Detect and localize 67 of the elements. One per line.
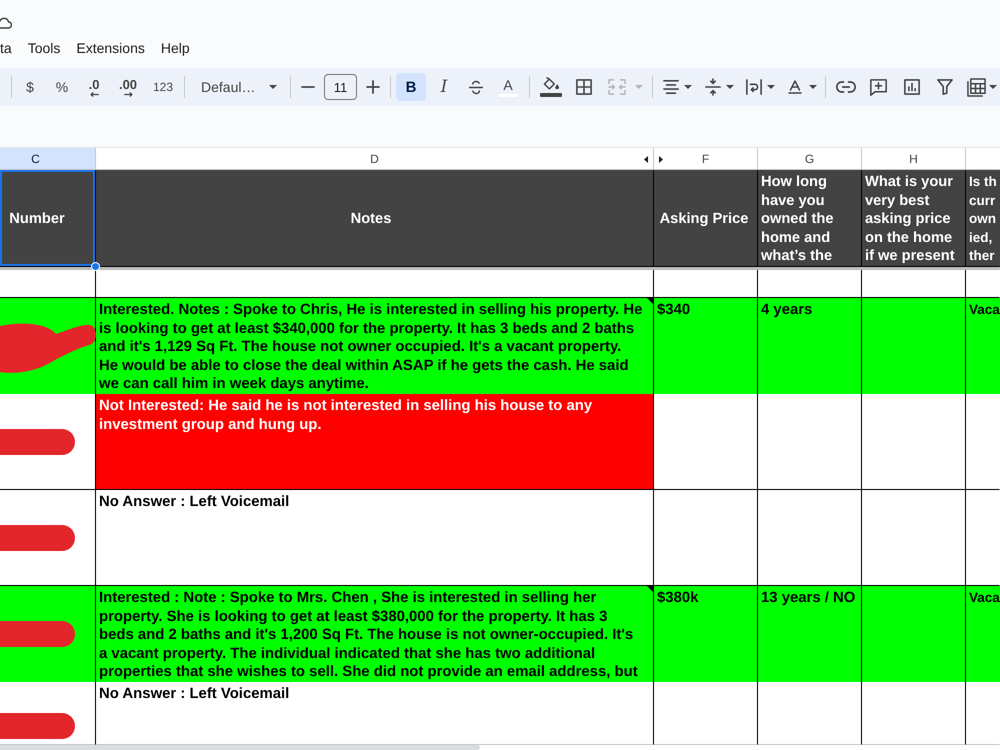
header-cell: What is your very best asking price on the home if we present <box>862 170 966 266</box>
table-cell: No Answer : Left Voicemail <box>96 682 654 745</box>
scrollbar-thumb[interactable] <box>0 745 480 750</box>
wrap-icon <box>746 79 762 95</box>
increase-decimal-button[interactable]: .00 <box>112 73 144 101</box>
comment-plus-icon <box>870 78 887 96</box>
text-color-button[interactable]: A <box>494 73 522 101</box>
table-cell: No Answer : Left Voicemail <box>96 490 654 586</box>
bold-button[interactable]: B <box>396 73 426 101</box>
caret-icon <box>269 85 277 89</box>
font-size-field[interactable]: 11 <box>324 74 357 100</box>
caret-icon <box>808 85 816 89</box>
chart-icon <box>904 79 920 95</box>
format-button[interactable]: $ <box>16 73 44 101</box>
decrease-decimal-button[interactable]: .0 <box>80 73 108 101</box>
strikethrough-icon <box>468 80 484 94</box>
column-header[interactable]: F <box>654 148 758 170</box>
plus-icon <box>366 80 380 94</box>
grid-icon <box>576 79 592 95</box>
align-center-icon <box>662 79 678 95</box>
column-header[interactable]: D <box>96 148 654 170</box>
table-cell: Vaca <box>966 298 1000 394</box>
table-cell: Vaca <box>966 586 1000 682</box>
column-header[interactable]: C <box>0 148 96 170</box>
cell-text: Interested. Notes : Spoke to Chris, He is interested in selling his property. He is looking to get at least $340,000 for the property. It has 3 beds and 2 baths and it's 1,129 Sq Ft. The house not owner occupied. It's a vacant property. He would be able to close the deal within ASAP if he gets the cash. He said we can call him in week days anytime. <box>99 301 643 394</box>
column-letter: F <box>702 152 710 166</box>
baseline-icon <box>786 78 804 96</box>
caret-icon <box>684 85 692 89</box>
caret-icon <box>766 85 774 89</box>
header-cell: Is th curr own ied, ther <box>966 170 1000 266</box>
left-arrow-icon <box>90 92 98 96</box>
table-cell: 4 years <box>758 298 862 394</box>
triangle-right-icon[interactable] <box>659 156 663 163</box>
menu-item[interactable]: Tools <box>28 38 60 58</box>
table-cell: Not Interested: He said he is not interested in selling his house to any investment group and hung up. <box>96 394 654 490</box>
cloud-icon <box>0 17 12 30</box>
link-icon <box>836 81 856 93</box>
column-letter: D <box>370 152 379 166</box>
table-cell: 13 years / NO <box>758 586 862 682</box>
cell-text: Interested : Note : Spoke to Mrs. Chen , She is interested in selling her property. She is looking to get at least $380,000 for the property. It has 3 beds and 2 baths and it's 1,200 Sq Ft. The house is not owner-occupied. It's a vacant property. The individual indicated that she has two additional properties that she wishes to sell. She did not provide an email address, but <box>99 589 639 682</box>
filter-icon <box>936 79 952 95</box>
table-icon <box>966 78 986 96</box>
column-header[interactable]: H <box>862 148 966 170</box>
right-arrow-icon <box>124 92 132 96</box>
caret-icon <box>988 85 996 89</box>
format-button[interactable]: 123 <box>148 73 178 101</box>
menu-item[interactable]: ta <box>0 38 12 58</box>
format-button[interactable]: % <box>48 73 76 101</box>
table-cell: $340 <box>654 298 758 394</box>
italic-button[interactable]: I <box>430 73 458 101</box>
minus-icon <box>301 86 315 88</box>
merge-icon <box>608 79 626 95</box>
caret-icon <box>726 85 734 89</box>
triangle-left-icon[interactable] <box>644 156 648 163</box>
menu-item[interactable]: Help <box>160 38 190 58</box>
header-cell: Notes <box>96 170 654 266</box>
cell-text: Number <box>8 210 66 228</box>
vertical-align-icon <box>704 78 720 96</box>
paint-bucket-icon <box>542 77 560 91</box>
header-cell: How long have you owned the home and what’s the <box>758 170 862 266</box>
column-header[interactable]: G <box>758 148 862 170</box>
header-cell: Asking Price <box>654 170 758 266</box>
font-dropdown[interactable]: Defaul… <box>191 73 285 101</box>
fill-handle[interactable] <box>91 262 100 270</box>
menu-item[interactable]: Extensions <box>76 38 145 58</box>
table-cell: $380k <box>654 586 758 682</box>
caret-icon <box>634 85 642 89</box>
